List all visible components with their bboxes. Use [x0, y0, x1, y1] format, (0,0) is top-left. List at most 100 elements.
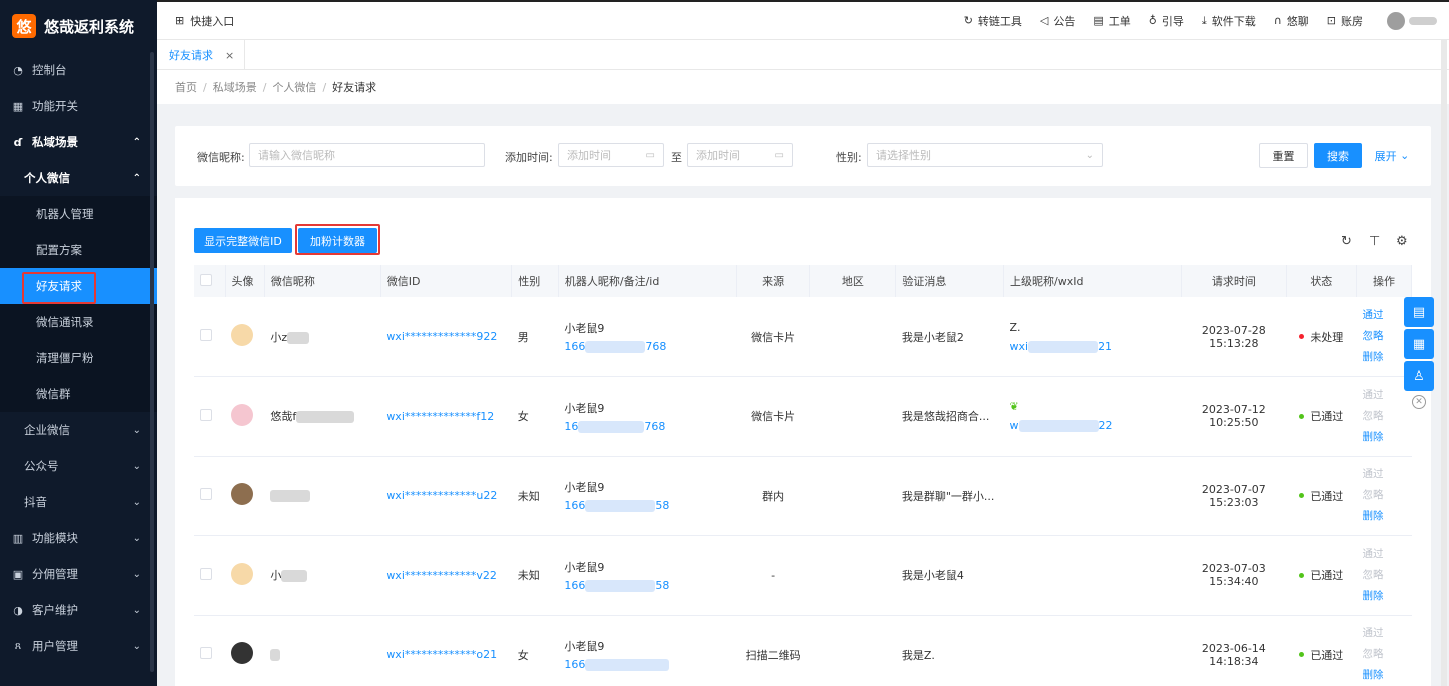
gear-icon[interactable]: ⚙: [1396, 234, 1408, 249]
ticket[interactable]: ▤ 工单: [1093, 13, 1130, 29]
close-icon[interactable]: ✕: [1412, 395, 1426, 409]
sidebar-item-users[interactable]: ጸ 用户管理 ⌄: [0, 628, 157, 664]
status-dot: [1299, 572, 1305, 578]
range-separator: 至: [671, 151, 682, 164]
quick-entry[interactable]: ⊞ 快捷入口: [175, 13, 234, 29]
table-card: 显示完整微信ID 加粉计数器 ↻ ⊤ ⚙ 头像 微信昵称 微信ID 性别 机器人…: [175, 198, 1431, 686]
close-icon[interactable]: ×: [225, 49, 234, 62]
sidebar-item-wechat-group[interactable]: 微信群: [0, 376, 157, 412]
sidebar-item-feature-switch[interactable]: ▦ 功能开关: [0, 88, 157, 124]
nickname-input[interactable]: 请输入微信昵称: [249, 143, 485, 167]
pass-button[interactable]: 通过: [1363, 385, 1406, 406]
row-wxid[interactable]: wxi*************922: [380, 297, 512, 377]
pass-button[interactable]: 通过: [1363, 464, 1406, 485]
chevron-down-icon: ⌄: [132, 640, 141, 652]
chevron-down-icon: ⌄: [132, 460, 141, 472]
row-select[interactable]: [194, 456, 226, 536]
time-start-input[interactable]: 添加时间 ▭: [558, 143, 664, 167]
user-search-icon[interactable]: ♙: [1404, 361, 1434, 391]
ignore-button[interactable]: 忽略: [1363, 565, 1406, 586]
chevron-down-icon: ⌄: [132, 568, 141, 580]
guide[interactable]: ♁ 引导: [1149, 13, 1184, 29]
delete-button[interactable]: 删除: [1363, 586, 1406, 607]
announcement[interactable]: ◁ 公告: [1040, 13, 1075, 29]
ignore-button[interactable]: 忽略: [1363, 406, 1406, 427]
blurred-text: [287, 331, 310, 344]
row-parent: [1003, 535, 1182, 616]
tab-friend-request[interactable]: 好友请求 ×: [157, 40, 245, 70]
dashboard-icon: ◔: [13, 63, 23, 77]
sidebar-item-private-scene[interactable]: ɗ 私域场景 ⌃: [0, 124, 157, 160]
row-wxid[interactable]: wxi*************u22: [380, 456, 512, 536]
pass-button[interactable]: 通过: [1363, 305, 1406, 326]
sidebar-item-official-account[interactable]: 公众号 ⌄: [0, 448, 157, 484]
refresh-icon[interactable]: ↻: [1341, 234, 1352, 249]
sidebar-item-config[interactable]: 配置方案: [0, 232, 157, 268]
row-checkbox[interactable]: [200, 488, 212, 501]
pass-button[interactable]: 通过: [1363, 623, 1406, 644]
blurred-text: [578, 420, 645, 433]
fan-counter-button[interactable]: 加粉计数器: [298, 228, 377, 253]
sidebar-item-personal-wechat[interactable]: 个人微信 ⌃: [0, 160, 157, 196]
delete-button[interactable]: 删除: [1363, 427, 1406, 448]
sidebar-item-contacts[interactable]: 微信通讯录: [0, 304, 157, 340]
row-message: 我是小老鼠2: [895, 297, 1004, 377]
breadcrumb-personal-wechat[interactable]: 个人微信: [272, 79, 316, 95]
delete-button[interactable]: 删除: [1363, 347, 1406, 368]
report-icon[interactable]: ▦: [1404, 329, 1434, 359]
row-wxid[interactable]: wxi*************o21: [380, 615, 512, 686]
row-checkbox[interactable]: [200, 329, 212, 341]
row-select[interactable]: [194, 376, 226, 457]
sidebar-item-commission[interactable]: ▣ 分佣管理 ⌄: [0, 556, 157, 592]
row-wxid[interactable]: wxi*************v22: [380, 535, 512, 616]
header-source: 来源: [736, 265, 811, 297]
ignore-button[interactable]: 忽略: [1363, 485, 1406, 506]
row-checkbox[interactable]: [200, 647, 212, 660]
row-select[interactable]: [194, 615, 226, 686]
sidebar-item-clean-zombie[interactable]: 清理僵尸粉: [0, 340, 157, 376]
link-tool[interactable]: ↻ 转链工具: [964, 13, 1022, 29]
row-message: 我是悠哉招商合...: [895, 376, 1004, 457]
breadcrumb-scene[interactable]: 私域场景: [213, 79, 257, 95]
ignore-button[interactable]: 忽略: [1363, 326, 1406, 347]
reset-button[interactable]: 重置: [1259, 143, 1308, 168]
expand-button[interactable]: 展开 ⌄: [1370, 143, 1414, 168]
software-download[interactable]: ⤓ 软件下载: [1202, 13, 1256, 29]
delete-button[interactable]: 删除: [1363, 665, 1406, 686]
row-wxid[interactable]: wxi*************f12: [380, 376, 512, 457]
account-room[interactable]: ⊡ 账房: [1327, 13, 1363, 29]
row-select[interactable]: [194, 297, 226, 377]
row-select[interactable]: [194, 535, 226, 616]
row-ops: 通过 忽略 删除: [1356, 615, 1412, 686]
sidebar-scrollbar[interactable]: [150, 52, 154, 672]
sidebar-item-enterprise-wechat[interactable]: 企业微信 ⌄: [0, 412, 157, 448]
document-icon[interactable]: ▤: [1404, 297, 1434, 327]
gender-select[interactable]: 请选择性别 ⌄: [867, 143, 1103, 167]
sidebar-item-dashboard[interactable]: ◔ 控制台: [0, 52, 157, 88]
show-full-id-button[interactable]: 显示完整微信ID: [194, 228, 292, 253]
column-height-icon[interactable]: ⊤: [1369, 234, 1380, 249]
breadcrumb-home[interactable]: 首页: [175, 79, 197, 95]
delete-button[interactable]: 删除: [1363, 506, 1406, 527]
ignore-button[interactable]: 忽略: [1363, 644, 1406, 665]
row-checkbox[interactable]: [200, 408, 212, 421]
page-scrollbar[interactable]: [1441, 40, 1447, 686]
gender-placeholder: 请选择性别: [876, 149, 931, 162]
sidebar-item-douyin[interactable]: 抖音 ⌄: [0, 484, 157, 520]
brand[interactable]: 悠 悠哉返利系统: [0, 0, 157, 52]
chat[interactable]: ∩ 悠聊: [1274, 13, 1309, 29]
avatar[interactable]: [1387, 11, 1405, 30]
header-gender: 性别: [511, 265, 559, 297]
blurred-text: [585, 579, 656, 592]
sidebar-item-friend-request[interactable]: 好友请求: [0, 268, 157, 304]
sidebar-item-modules[interactable]: ▥ 功能模块 ⌄: [0, 520, 157, 556]
header-select[interactable]: [194, 265, 226, 297]
sidebar-item-robot-manage[interactable]: 机器人管理: [0, 196, 157, 232]
search-button[interactable]: 搜索: [1314, 143, 1362, 168]
row-checkbox[interactable]: [200, 567, 212, 580]
pass-button[interactable]: 通过: [1363, 544, 1406, 565]
time-end-input[interactable]: 添加时间 ▭: [687, 143, 793, 167]
robot-id-tail: 58: [655, 578, 670, 592]
sidebar-item-customer[interactable]: ◑ 客户维护 ⌄: [0, 592, 157, 628]
select-all-checkbox[interactable]: [200, 273, 212, 286]
